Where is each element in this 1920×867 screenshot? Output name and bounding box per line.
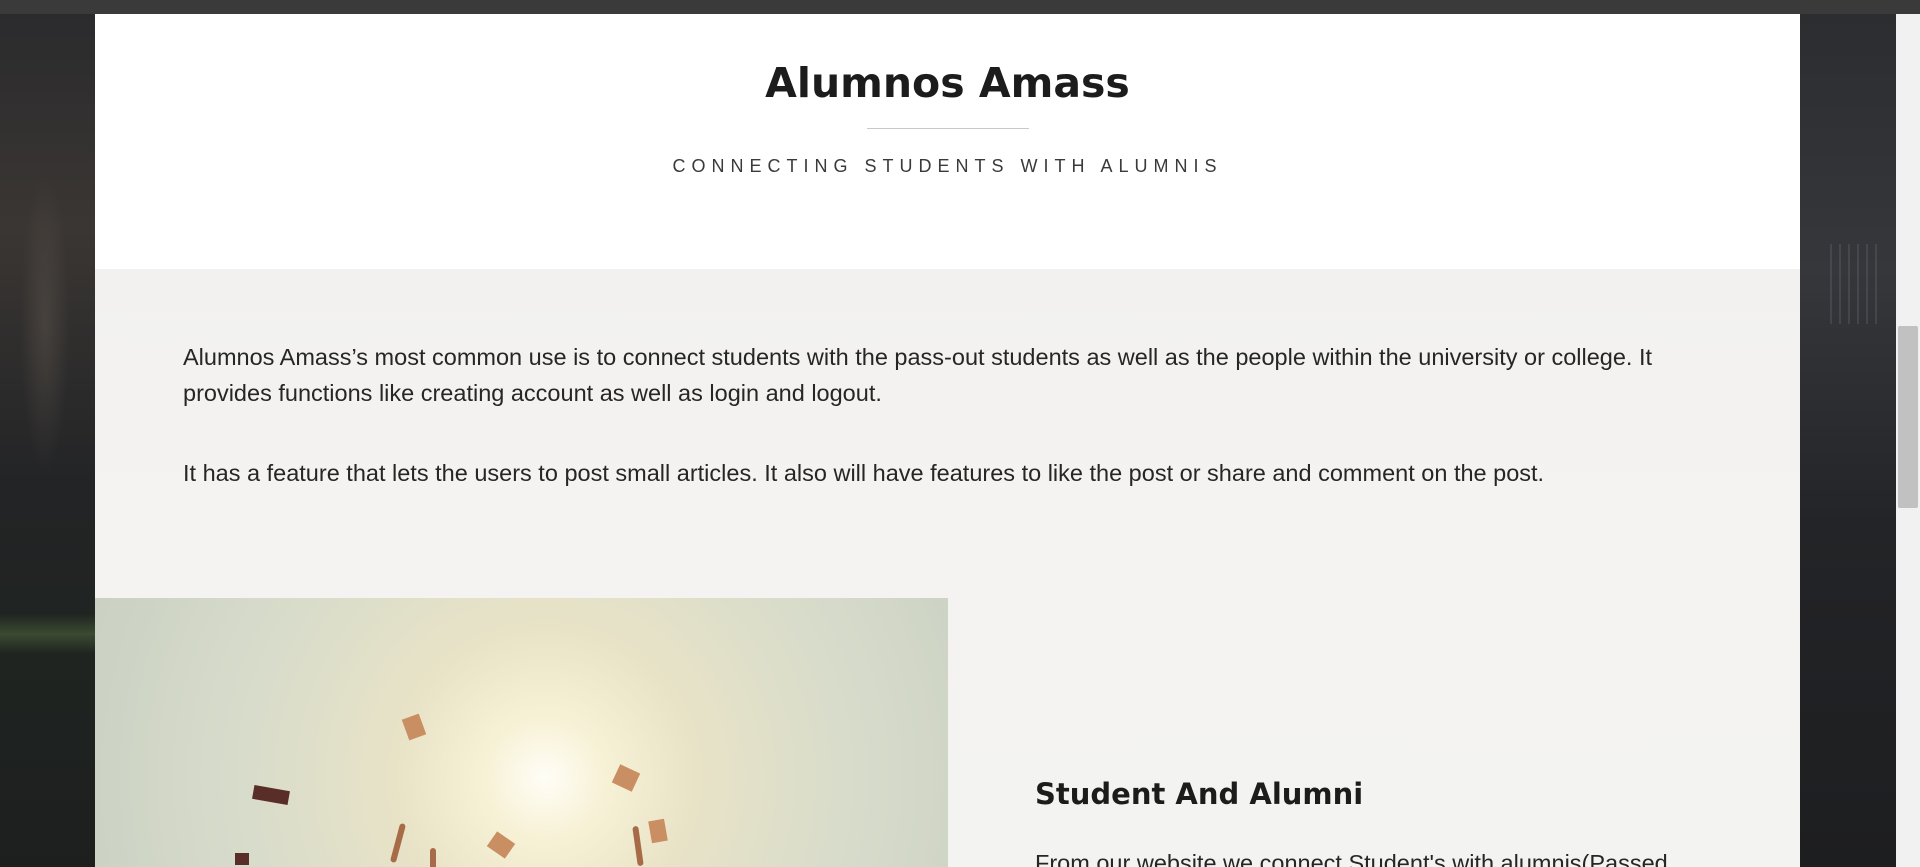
- graduation-cap-shape: [252, 784, 290, 806]
- background-glow: [20, 174, 70, 474]
- raised-arm-shape: [632, 825, 644, 867]
- graduation-cap-shape: [486, 831, 516, 859]
- graduation-cap-shape: [235, 853, 249, 865]
- about-paragraph-2: It has a feature that lets the users to …: [183, 460, 1545, 486]
- raised-arm-shape: [430, 848, 436, 867]
- graduation-cap-shape: [611, 764, 641, 792]
- background-photo-left: [0, 14, 95, 867]
- background-lights: [1830, 244, 1880, 324]
- site-header: Alumnos Amass CONNECTING STUDENTS WITH A…: [95, 14, 1800, 269]
- feature-title: Student And Alumni: [1035, 777, 1364, 811]
- background-grass: [0, 614, 95, 654]
- site-tagline: CONNECTING STUDENTS WITH ALUMNIS: [672, 156, 1223, 176]
- graduation-cap-shape: [648, 818, 668, 844]
- raised-arm-shape: [389, 822, 407, 864]
- background-photo-right: [1800, 14, 1896, 867]
- graduation-cap-shape: [401, 713, 427, 741]
- title-divider: [867, 128, 1029, 129]
- page-container: Alumnos Amass CONNECTING STUDENTS WITH A…: [95, 14, 1800, 867]
- scrollbar-thumb[interactable]: [1898, 326, 1918, 508]
- feature-text: From our website we connect Student's wi…: [1035, 850, 1668, 867]
- browser-top-bar: [0, 0, 1920, 14]
- site-title: Alumnos Amass: [765, 59, 1130, 107]
- graduation-photo: [95, 598, 948, 867]
- about-paragraph-1: Alumnos Amass’s most common use is to co…: [183, 344, 1653, 406]
